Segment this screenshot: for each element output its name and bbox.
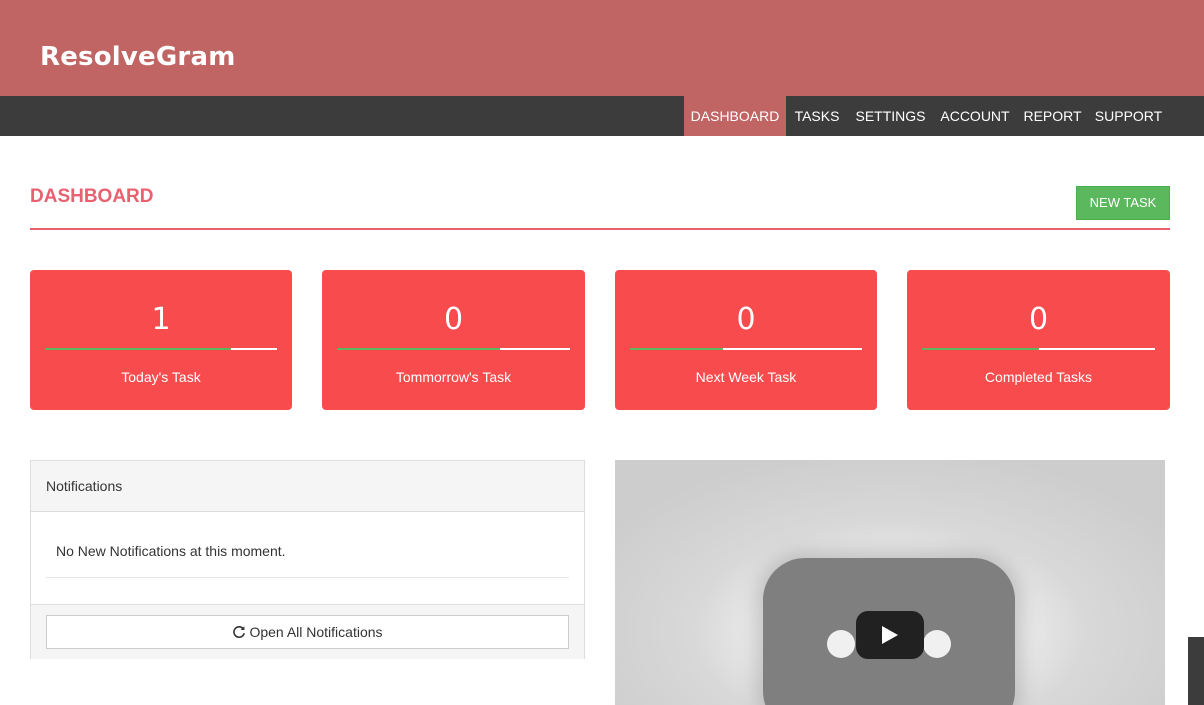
stat-progress-bar — [630, 348, 862, 350]
open-all-notifications-button[interactable]: Open All Notifications — [46, 615, 569, 649]
nav-account[interactable]: ACCOUNT — [933, 96, 1017, 136]
nav-dashboard[interactable]: DASHBOARD — [684, 96, 786, 136]
notifications-panel: Notifications No New Notifications at th… — [30, 460, 585, 659]
app-header: ResolveGram — [0, 0, 1204, 96]
stat-label: Tommorrow's Task — [395, 369, 512, 385]
open-all-notifications-label: Open All Notifications — [249, 624, 383, 640]
stat-progress-fill — [630, 348, 723, 350]
stat-card-next-week[interactable]: 0 Next Week Task — [615, 270, 877, 410]
video-thumbnail-dot-right — [923, 630, 951, 658]
notifications-footer: Open All Notifications — [31, 604, 584, 659]
stat-progress-bar — [337, 348, 570, 350]
stat-label: Next Week Task — [695, 369, 797, 385]
video-embed[interactable] — [615, 460, 1165, 705]
new-task-button[interactable]: NEW TASK — [1076, 186, 1170, 220]
nav-report[interactable]: REPORT — [1017, 96, 1088, 136]
stat-progress-fill — [922, 348, 1039, 350]
stat-progress-bar — [45, 348, 277, 350]
brand-title[interactable]: ResolveGram — [40, 42, 236, 72]
main-nav: DASHBOARD TASKS SETTINGS ACCOUNT REPORT … — [0, 96, 1204, 136]
notifications-title: Notifications — [31, 461, 584, 512]
nav-settings[interactable]: SETTINGS — [848, 96, 933, 136]
video-thumbnail-dot-left — [827, 630, 855, 658]
stat-count: 1 — [151, 302, 171, 337]
stat-card-today[interactable]: 1 Today's Task — [30, 270, 292, 410]
nav-support[interactable]: SUPPORT — [1088, 96, 1169, 136]
notifications-empty-message: No New Notifications at this moment. — [56, 543, 286, 559]
stat-progress-fill — [337, 348, 501, 350]
nav-tasks[interactable]: TASKS — [786, 96, 848, 136]
notifications-divider — [46, 577, 569, 578]
stat-count: 0 — [443, 302, 464, 337]
title-divider — [30, 228, 1170, 230]
refresh-icon — [232, 618, 246, 650]
side-feedback-tab[interactable] — [1188, 637, 1204, 705]
stat-label: Today's Task — [121, 369, 201, 385]
page-title: DASHBOARD — [30, 186, 154, 207]
stat-label: Completed Tasks — [984, 369, 1093, 385]
stat-progress-fill — [45, 348, 231, 350]
stat-count: 0 — [1028, 302, 1049, 337]
stat-card-tomorrow[interactable]: 0 Tommorrow's Task — [322, 270, 585, 410]
play-icon — [882, 626, 898, 644]
stat-card-completed[interactable]: 0 Completed Tasks — [907, 270, 1170, 410]
play-button[interactable] — [856, 611, 924, 659]
stat-count: 0 — [736, 302, 756, 337]
stat-progress-bar — [922, 348, 1155, 350]
